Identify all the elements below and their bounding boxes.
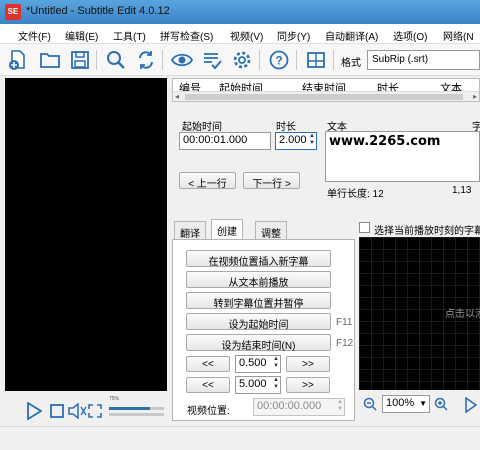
tab-create[interactable]: 创建: [211, 219, 243, 240]
select-current-subtitle-option[interactable]: 选择当前播放时刻的字幕: [359, 221, 480, 237]
subtitle-grid[interactable]: 编号 起始时间 结束时间 时长 文本 ◂ ▸: [172, 78, 480, 102]
svg-text:?: ?: [275, 54, 282, 68]
tabs-panel: 翻译 创建 调整 在视频位置插入新字幕 从文本前播放 转到字幕位置并暂停 设为起…: [172, 219, 355, 421]
toolbar-separator: [333, 50, 334, 70]
open-folder-icon[interactable]: [38, 48, 62, 72]
player-controls: 75%: [5, 393, 167, 427]
menu-video[interactable]: 视频(V): [230, 28, 263, 43]
step-small-value: 0.500: [239, 357, 267, 369]
video-position-input: 00:00:00.000 ▲ ▼: [253, 398, 345, 416]
menu-autotranslate[interactable]: 自动翻译(A): [325, 28, 378, 43]
goto-and-pause-button[interactable]: 转到字幕位置并暂停: [186, 292, 331, 310]
prev-line-button[interactable]: < 上一行: [179, 172, 236, 190]
stop-icon[interactable]: [49, 403, 65, 419]
step-back-small-button[interactable]: <<: [186, 356, 230, 372]
volume-slider[interactable]: [109, 407, 164, 410]
toolbar: ? 格式 SubRip (.srt): [0, 44, 480, 76]
duration-value: 2.000: [279, 134, 307, 146]
fullscreen-icon[interactable]: [87, 403, 103, 419]
select-current-subtitle-checkbox[interactable]: [359, 222, 370, 233]
volume-percent: 75%: [109, 396, 120, 402]
start-time-label: 起始时间: [182, 122, 222, 133]
step-forward-small-button[interactable]: >>: [286, 356, 330, 372]
spinner-icon[interactable]: ▲ ▼: [273, 356, 279, 370]
duration-label: 时长: [276, 122, 296, 133]
zoom-select[interactable]: 100% ▼: [382, 395, 430, 413]
step-large-input[interactable]: 5.000 ▲ ▼: [235, 376, 281, 394]
spinner-icon: ▲ ▼: [337, 399, 343, 412]
menu-edit[interactable]: 编辑(E): [65, 28, 98, 43]
menu-file[interactable]: 文件(F): [18, 28, 51, 43]
seek-bar[interactable]: [109, 413, 164, 416]
menu-bar: 文件(F) 编辑(E) 工具(T) 拼写检查(S) 视频(V) 同步(Y) 自动…: [0, 24, 480, 44]
tab-translate[interactable]: 翻译: [174, 221, 206, 240]
zoom-out-icon[interactable]: [363, 397, 377, 411]
step-forward-large-button[interactable]: >>: [286, 377, 330, 393]
zoom-value: 100%: [386, 397, 415, 409]
waveform-message: 点击以添: [445, 309, 480, 320]
waveform-controls: 100% ▼: [359, 393, 480, 417]
menu-network[interactable]: 网络(N: [443, 28, 474, 43]
subtitle-text-input[interactable]: www.2265.com: [325, 131, 480, 182]
start-time-input[interactable]: 00:00:01.000: [179, 132, 271, 150]
help-icon[interactable]: ?: [267, 48, 291, 72]
status-bar: [0, 426, 480, 450]
volume-icon[interactable]: [67, 403, 87, 419]
scroll-left-icon[interactable]: ◂: [175, 92, 179, 101]
format-select[interactable]: SubRip (.srt): [367, 50, 480, 70]
toolbar-separator: [162, 50, 163, 70]
step-back-large-button[interactable]: <<: [186, 377, 230, 393]
window-title: *Untitled - Subtitle Edit 4.0.12: [26, 5, 170, 17]
settings-icon[interactable]: [230, 48, 254, 72]
video-position-value: 00:00:00.000: [257, 400, 322, 412]
menu-options[interactable]: 选项(O): [393, 28, 427, 43]
set-end-time-button[interactable]: 设为结束时间(N): [186, 334, 331, 352]
menu-sync[interactable]: 同步(Y): [277, 28, 310, 43]
waveform-pane[interactable]: 点击以添: [359, 237, 480, 390]
menu-tools[interactable]: 工具(T): [113, 28, 146, 43]
play-from-text-button[interactable]: 从文本前播放: [186, 271, 331, 289]
spinner-icon[interactable]: ▲ ▼: [273, 377, 279, 391]
spinner-icon[interactable]: ▲ ▼: [309, 133, 315, 147]
new-file-icon[interactable]: [6, 48, 30, 72]
chars-per-sec-value: 1,13: [452, 185, 472, 196]
chevron-down-icon: ▼: [419, 399, 427, 408]
scroll-right-icon[interactable]: ▸: [473, 92, 477, 101]
zoom-in-icon[interactable]: [434, 397, 448, 411]
toolbar-separator: [296, 50, 297, 70]
waveform-play-icon[interactable]: [465, 396, 479, 414]
duration-input[interactable]: 2.000 ▲ ▼: [275, 132, 317, 150]
video-player[interactable]: [5, 78, 167, 391]
play-icon[interactable]: [25, 402, 43, 420]
step-large-value: 5.000: [239, 378, 267, 390]
create-tab-body: 在视频位置插入新字幕 从文本前播放 转到字幕位置并暂停 设为起始时间 F11 设…: [172, 239, 355, 421]
next-line-button[interactable]: 下一行 >: [243, 172, 300, 190]
select-current-subtitle-label: 选择当前播放时刻的字幕: [374, 226, 480, 237]
save-icon[interactable]: [68, 48, 92, 72]
format-label: 格式: [341, 58, 361, 69]
toolbar-separator: [96, 50, 97, 70]
title-bar: SE *Untitled - Subtitle Edit 4.0.12: [0, 0, 480, 24]
scrollbar-thumb[interactable]: [185, 94, 463, 100]
set-start-hotkey: F11: [336, 317, 353, 328]
insert-at-video-pos-button[interactable]: 在视频位置插入新字幕: [186, 250, 331, 268]
horizontal-scrollbar[interactable]: ◂ ▸: [173, 91, 479, 101]
video-position-label: 视频位置:: [187, 406, 230, 417]
spell-check-icon[interactable]: [200, 48, 224, 72]
step-small-input[interactable]: 0.500 ▲ ▼: [235, 355, 281, 373]
volume-slider-fill: [109, 407, 151, 410]
subtitle-editor: 起始时间 00:00:01.000 时长 2.000 ▲ ▼ 文本 字 www.2…: [172, 104, 480, 204]
set-end-hotkey: F12: [336, 338, 354, 349]
find-icon[interactable]: [104, 48, 128, 72]
line-length-label: 单行长度: 12: [327, 189, 384, 200]
visual-sync-icon[interactable]: [170, 48, 194, 72]
set-start-time-button[interactable]: 设为起始时间: [186, 313, 331, 331]
app-icon: SE: [5, 4, 21, 20]
menu-spellcheck[interactable]: 拼写检查(S): [160, 28, 213, 43]
replace-icon[interactable]: [134, 48, 158, 72]
toolbar-separator: [259, 50, 260, 70]
layout-icon[interactable]: [304, 48, 328, 72]
tab-adjust[interactable]: 调整: [255, 221, 287, 240]
